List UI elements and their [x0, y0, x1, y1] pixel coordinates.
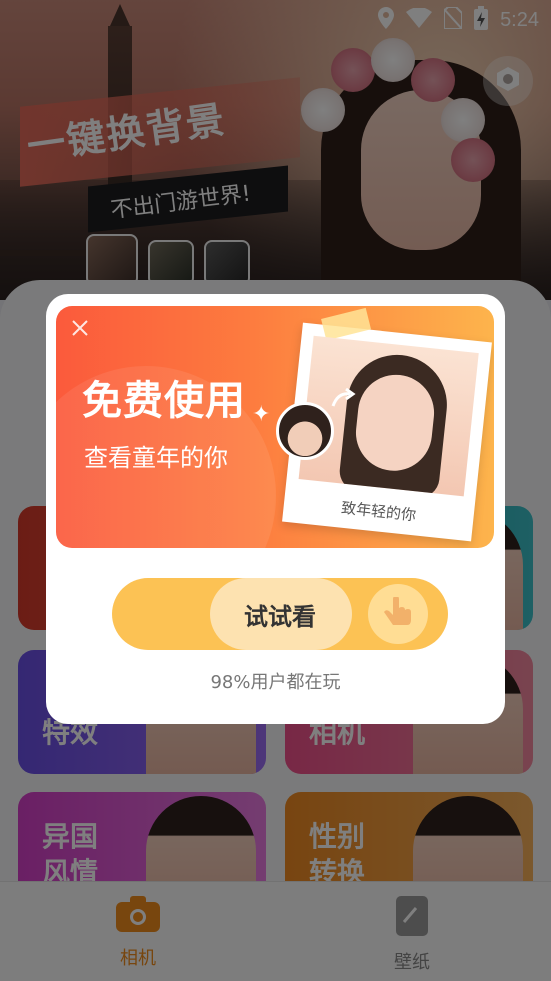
promo-title: 免费使用	[82, 378, 246, 424]
tap-hand-icon	[368, 584, 428, 644]
promo-subtitle: 查看童年的你	[84, 444, 228, 472]
promo-banner[interactable]: 免费使用 查看童年的你 ✦ 致年轻的你	[56, 306, 494, 548]
try-it-button[interactable]: 试试看	[112, 578, 448, 650]
curved-arrow-icon	[330, 387, 356, 414]
sparkle-icon: ✦	[252, 402, 271, 427]
close-button[interactable]	[68, 318, 92, 342]
tape-decoration	[321, 307, 372, 341]
promo-dialog: 免费使用 查看童年的你 ✦ 致年轻的你 试试看 98%用户都在玩	[46, 294, 505, 724]
close-icon	[71, 319, 89, 341]
adult-avatar	[276, 402, 334, 460]
players-count: 98%用户都在玩	[210, 672, 341, 693]
polaroid-caption: 致年轻的你	[340, 498, 417, 525]
